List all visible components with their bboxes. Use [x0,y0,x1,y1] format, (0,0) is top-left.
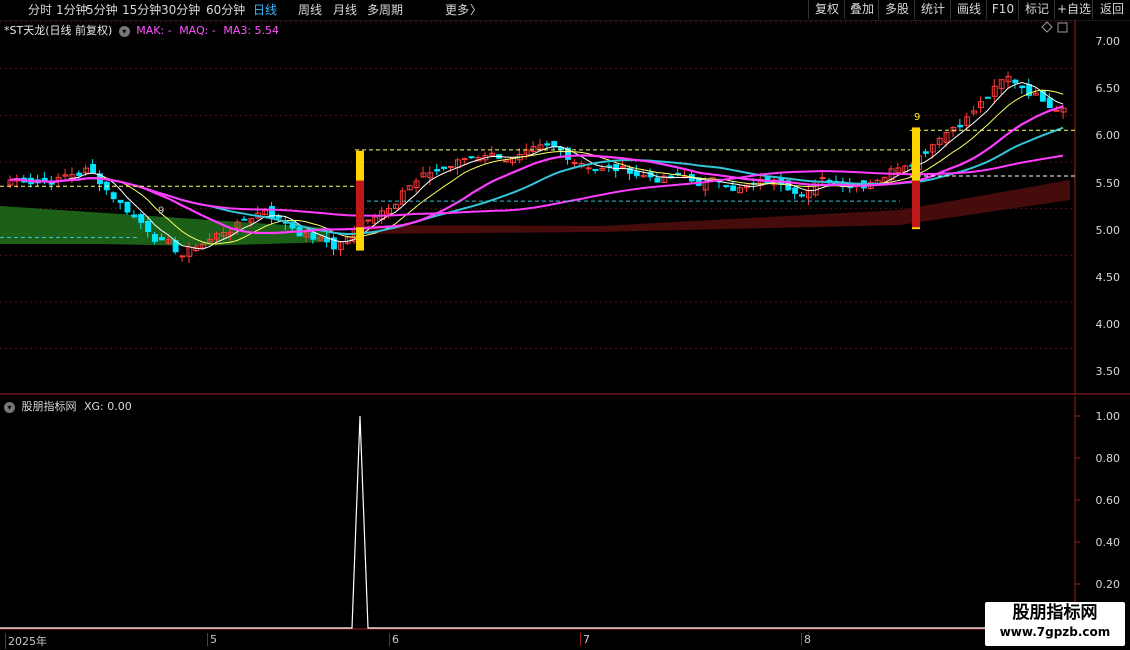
price-tick: 6.00 [1095,129,1121,143]
candle-body [819,177,826,180]
candle-body [365,219,372,222]
toolbar-button-4[interactable]: 画线 [950,0,987,19]
more-arrow-icon: 〉 [470,3,483,17]
price-tick: 4.50 [1095,271,1121,284]
period-0-tab[interactable]: 分时 [28,2,52,18]
toolbar-button-2[interactable]: 多股 [878,0,915,19]
candle-body [571,162,578,165]
candle-body [957,124,964,128]
candle-body [551,141,558,148]
candle-body [90,164,96,174]
candle-body [310,232,317,240]
band-green [0,206,330,246]
toolbar-button-0[interactable]: 复权 [808,0,845,19]
candle-body [124,201,131,213]
toolbar-button-7[interactable]: +自选 [1054,0,1093,19]
candle-body [1019,85,1026,89]
watermark-logo: 股朋指标网 www.7gpzb.com [985,602,1125,646]
candle-body [324,237,331,243]
price-tick: 4.00 [1095,318,1121,332]
candle-body [730,185,737,191]
period-2-tab[interactable]: 5分钟 [86,2,118,18]
candle-body [441,166,448,169]
diamond-icon [1041,21,1053,33]
watermark-url: www.7gpzb.com [999,625,1111,639]
candle-body [1012,79,1019,84]
candle-body [461,158,468,161]
date-axis: 2025年 5 6 7 8 [0,630,1075,650]
price-tick: 6.50 [1095,82,1121,96]
period-5-tab[interactable]: 60分钟 [206,2,245,18]
period-8-tab[interactable]: 月线 [333,2,357,18]
indicator-tick: 0.20 [1095,578,1121,591]
signal-bar-red [356,180,364,228]
toolbar-button-3[interactable]: 统计 [914,0,951,19]
period-6-tab[interactable]: 日线 [253,2,277,18]
price-tick: 3.50 [1095,365,1121,379]
period-4-tab[interactable]: 30分钟 [161,2,200,18]
candle-body [922,151,929,154]
candle-body [138,214,145,223]
toolbar-button-1[interactable]: 叠加 [844,0,879,19]
date-label: 5 [207,633,217,646]
candle-body [117,199,124,203]
candle-body [503,160,509,163]
signal-bar-red [912,180,920,228]
signal-label: 9 [914,112,920,123]
toolbar-button-5[interactable]: F10 [986,0,1019,19]
candle-body [633,171,640,177]
candle-body [179,255,186,258]
period-10-tab[interactable]: 更多〉 [445,2,482,18]
period-1-tab[interactable]: 1分钟 [56,2,88,18]
watermark-title: 股朋指标网 [1012,603,1098,623]
candle-body [799,194,805,197]
price-tick: 7.00 [1095,35,1121,48]
signal-label: 9 [158,205,164,216]
period-7-tab[interactable]: 周线 [298,2,322,18]
candle-body [1053,109,1060,112]
candle-body [434,169,441,172]
candle-body [585,167,592,170]
candle-body [110,192,117,200]
period-3-tab[interactable]: 15分钟 [122,2,161,18]
candle-body [613,163,620,172]
candle-body [792,187,799,194]
candle-body [152,234,158,242]
candle-body [544,143,551,146]
candle-body [1046,97,1053,109]
date-label: 8 [801,633,811,646]
indicator-chart[interactable] [0,396,1130,630]
ma3-line [9,154,1064,217]
candle-body [241,218,248,221]
xg-line [0,415,1075,629]
candle-body [984,96,991,99]
date-label: 6 [389,633,399,646]
period-toolbar: 分时 1分钟 5分钟 15分钟 30分钟 60分钟 日线 周线 月线 多周期 更多〉 复权 叠加 多股 统计… [0,0,1130,21]
candle-body [158,237,165,241]
date-label: 7 [580,633,590,646]
candle-body [654,177,661,183]
date-label: 2025年 [5,633,47,649]
period-9-tab[interactable]: 多周期 [367,2,403,18]
candle-body [131,214,138,218]
candle-body [145,220,152,233]
indicator-tick: 1.00 [1095,410,1121,423]
candle-body [448,165,454,168]
indicator-tick: 0.60 [1095,494,1121,507]
candlestick-chart[interactable]: 99 [0,20,1130,395]
toolbar-button-8[interactable]: 返回 [1092,0,1130,19]
indicator-tick: 0.40 [1095,536,1121,549]
price-tick: 5.00 [1095,223,1121,237]
price-tick: 5.50 [1095,176,1121,190]
indicator-tick: 0.80 [1095,452,1121,465]
toolbar-button-6[interactable]: 标记 [1018,0,1055,19]
candle-body [468,156,475,159]
candle-body [76,172,83,176]
candle-body [592,168,599,171]
candle-body [723,185,730,188]
settings-icon [1057,22,1068,33]
